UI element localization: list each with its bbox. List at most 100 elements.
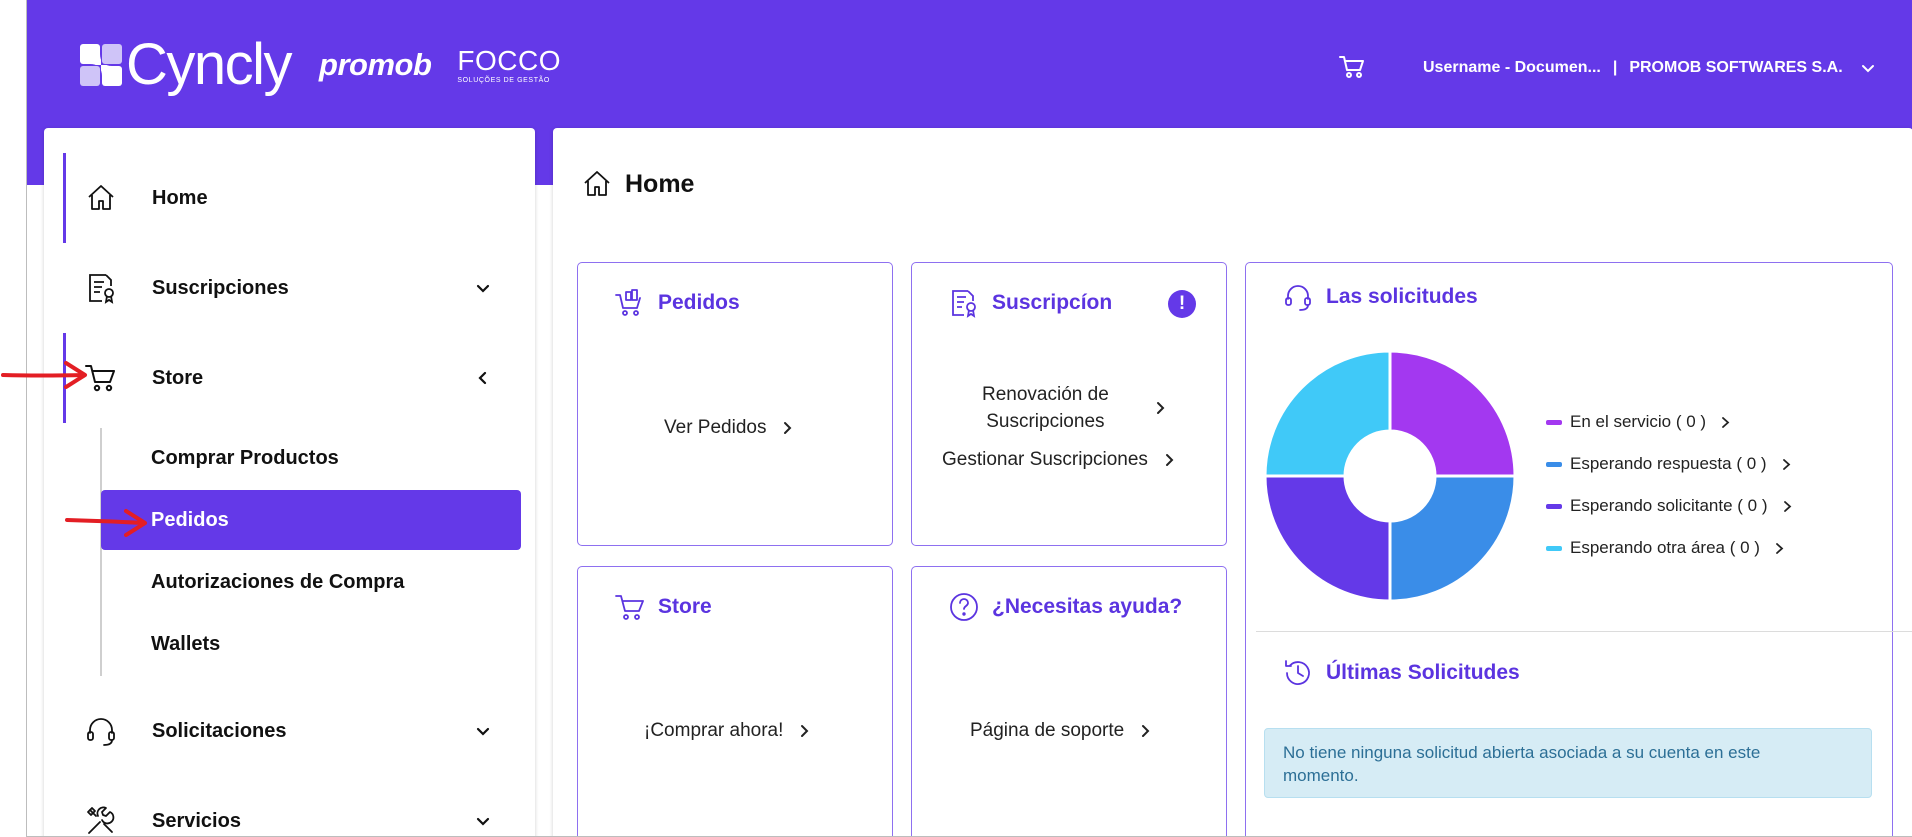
active-indicator <box>63 333 66 423</box>
page-title: Home <box>581 168 694 200</box>
pagina-soporte-link[interactable]: Página de soporte <box>970 720 1152 742</box>
sidebar-item-label: Store <box>152 366 204 389</box>
card-header: Suscripcíon <box>948 287 1112 319</box>
cyncly-mark-icon <box>80 44 122 86</box>
legend-swatch <box>1546 503 1562 509</box>
sidebar-item-label: Home <box>152 186 208 209</box>
submenu-item-pedidos[interactable]: Pedidos <box>101 490 521 550</box>
chevron-down-icon <box>476 284 490 293</box>
card-title: Store <box>658 595 712 618</box>
donut-slice-esperando-solicitante[interactable] <box>1265 474 1392 601</box>
page-title-label: Home <box>625 169 695 198</box>
chevron-right-icon <box>1142 725 1150 737</box>
legend-label: Esperando solicitante ( 0 ) <box>1570 496 1768 515</box>
renovacion-label-line2: Suscripciones <box>986 411 1105 432</box>
submenu-item-comprar-productos[interactable]: Comprar Productos <box>101 428 521 488</box>
chevron-right-icon <box>801 725 809 737</box>
sidebar-item-servicios[interactable]: Servicios <box>44 776 535 836</box>
solicitudes-card: Las solicitudes En el servicio ( 0 ) Esp… <box>1245 262 1912 836</box>
card-title: Pedidos <box>658 291 740 314</box>
cart-icon <box>85 365 115 392</box>
headset-icon <box>1285 285 1311 311</box>
donut-slice-esperando-respuesta[interactable] <box>1388 474 1515 601</box>
card-header: Store <box>614 591 712 623</box>
main-panel: Home Pedidos Ver Pedidos Suscripcíon ! R… <box>553 128 1912 836</box>
donut-slice-en-servicio[interactable] <box>1388 351 1515 478</box>
cart-icon <box>615 595 644 620</box>
chevron-right-icon <box>1165 454 1174 466</box>
submenu-item-label: Wallets <box>151 632 221 655</box>
card-header: Las solicitudes <box>1282 281 1478 313</box>
history-icon <box>1285 660 1310 685</box>
submenu-item-label: Comprar Productos <box>151 446 339 469</box>
legend-swatch <box>1546 545 1562 551</box>
chevron-right-icon <box>1722 416 1730 428</box>
sidebar-item-home[interactable]: Home <box>44 153 535 243</box>
store-card: Store ¡Comprar ahora! <box>577 566 893 836</box>
chevron-down-icon <box>476 727 490 736</box>
pedidos-card: Pedidos Ver Pedidos <box>577 262 893 546</box>
renovacion-link[interactable]: Renovación de Suscripciones <box>982 381 1167 435</box>
subscription-icon <box>89 274 114 304</box>
chart-legend: En el servicio ( 0 ) Esperando respuesta… <box>1546 401 1793 569</box>
sidebar-item-solicitaciones[interactable]: Solicitaciones <box>44 686 535 776</box>
section-title: Últimas Solicitudes <box>1326 661 1520 684</box>
link-label: ¡Comprar ahora! <box>644 720 784 741</box>
card-header: Pedidos <box>614 287 740 319</box>
chevron-left-icon <box>478 371 487 385</box>
home-icon <box>88 185 114 210</box>
alert-icon[interactable]: ! <box>1168 290 1196 318</box>
card-header: ¿Necesitas ayuda? <box>948 591 1182 623</box>
sidebar: Home Suscripciones Store Comprar Product… <box>44 128 535 836</box>
submenu-item-wallets[interactable]: Wallets <box>101 614 521 674</box>
chevron-down-icon <box>476 817 490 826</box>
tools-icon <box>87 806 115 834</box>
user-separator: | <box>1612 59 1618 76</box>
section-divider <box>1256 631 1912 632</box>
sidebar-item-label: Solicitaciones <box>152 719 287 742</box>
card-title: Las solicitudes <box>1326 285 1478 308</box>
comprar-ahora-link[interactable]: ¡Comprar ahora! <box>644 720 811 742</box>
page-frame: Cyncly promob FOCCO SOLUÇÕES DE GESTÃO U… <box>26 0 1912 837</box>
chevron-right-icon <box>784 422 792 434</box>
no-solicitudes-info: No tiene ninguna solicitud abierta asoci… <box>1264 728 1872 798</box>
sidebar-item-label: Servicios <box>152 809 241 832</box>
focco-logo: FOCCO SOLUÇÕES DE GESTÃO <box>457 46 561 84</box>
legend-item-en-servicio[interactable]: En el servicio ( 0 ) <box>1546 401 1793 443</box>
legend-swatch <box>1546 419 1562 425</box>
chevron-down-icon <box>1861 65 1874 73</box>
legend-item-esperando-otra-area[interactable]: Esperando otra área ( 0 ) <box>1546 527 1793 569</box>
suscripcion-card: Suscripcíon ! Renovación de Suscripcione… <box>911 262 1227 546</box>
donut-slice-esperando-otra-area[interactable] <box>1265 351 1392 478</box>
help-icon <box>950 593 978 621</box>
legend-label: Esperando otra área ( 0 ) <box>1570 538 1760 557</box>
cyncly-logo[interactable]: Cyncly <box>80 36 293 94</box>
info-line-1: No tiene ninguna solicitud abierta asoci… <box>1283 743 1761 762</box>
user-menu[interactable]: Username - Documen... | PROMOB SOFTWARES… <box>1423 59 1877 77</box>
card-title: ¿Necesitas ayuda? <box>992 595 1183 618</box>
chevron-right-icon <box>1783 500 1791 512</box>
sidebar-item-store[interactable]: Store <box>44 333 535 423</box>
active-indicator <box>63 153 66 243</box>
submenu-item-label: Pedidos <box>151 508 229 531</box>
card-title: Suscripcíon <box>992 291 1113 314</box>
cart-list-icon <box>615 289 641 316</box>
legend-item-esperando-respuesta[interactable]: Esperando respuesta ( 0 ) <box>1546 443 1793 485</box>
ver-pedidos-link[interactable]: Ver Pedidos <box>664 417 794 439</box>
solicitudes-donut-chart <box>1265 351 1515 601</box>
submenu-item-autorizaciones[interactable]: Autorizaciones de Compra <box>101 552 521 612</box>
home-icon <box>584 171 610 196</box>
cart-icon[interactable] <box>1338 53 1366 81</box>
link-label: Ver Pedidos <box>664 417 767 438</box>
legend-label: En el servicio ( 0 ) <box>1570 412 1707 431</box>
gestionar-suscripciones-link[interactable]: Gestionar Suscripciones <box>942 449 1176 471</box>
focco-tagline: SOLUÇÕES DE GESTÃO <box>457 76 550 84</box>
sidebar-item-suscripciones[interactable]: Suscripciones <box>44 243 535 333</box>
ayuda-card: ¿Necesitas ayuda? Página de soporte <box>911 566 1227 836</box>
link-label: Página de soporte <box>970 720 1125 741</box>
ultimas-solicitudes-header: Últimas Solicitudes <box>1282 657 1520 689</box>
renovacion-label: Renovación de Suscripciones <box>982 381 1109 435</box>
renovacion-label-line1: Renovación de <box>982 384 1109 405</box>
submenu-item-label: Autorizaciones de Compra <box>151 570 405 593</box>
legend-item-esperando-solicitante[interactable]: Esperando solicitante ( 0 ) <box>1546 485 1793 527</box>
